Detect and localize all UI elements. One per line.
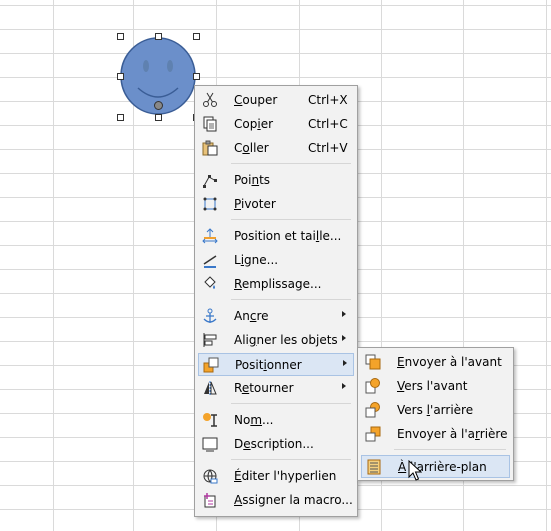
align-icon bbox=[203, 333, 217, 347]
line-icon bbox=[203, 255, 217, 268]
points-icon bbox=[203, 175, 217, 188]
menu-item-label: Couper bbox=[234, 93, 278, 107]
fill-icon bbox=[204, 276, 216, 289]
menu-item-retourner[interactable]: Retourner bbox=[198, 377, 354, 400]
menu-separator bbox=[231, 299, 351, 300]
menu-item-label: Vers l'avant bbox=[397, 379, 468, 393]
menu-item-label: Nom... bbox=[234, 413, 274, 427]
menu-item-hyperlien[interactable]: Éditer l'hyperlien bbox=[198, 465, 354, 488]
resize-handle[interactable] bbox=[117, 73, 124, 80]
context-menu: Couper Ctrl+X Copier Ctrl+C Coller Ctrl+V Poin… bbox=[194, 85, 358, 517]
send-to-back-icon bbox=[365, 426, 381, 442]
menu-item-label: Description... bbox=[234, 437, 314, 451]
menu-item-macro[interactable]: Assigner la macro... bbox=[198, 489, 354, 512]
resize-handle[interactable] bbox=[155, 114, 162, 121]
menu-separator bbox=[231, 219, 351, 220]
menu-item-label: Assigner la macro... bbox=[234, 493, 353, 507]
bring-to-front-icon bbox=[365, 354, 381, 370]
rotate-icon bbox=[203, 197, 217, 211]
menu-item-label: Vers l'arrière bbox=[397, 403, 474, 417]
adjust-handle[interactable] bbox=[154, 101, 163, 110]
menu-item-label: Coller bbox=[234, 141, 269, 155]
menu-item-label: Ancre bbox=[234, 309, 269, 323]
menu-item-aligner[interactable]: Aligner les objets bbox=[198, 329, 354, 352]
resize-handle[interactable] bbox=[117, 114, 124, 121]
bring-forward-icon bbox=[365, 378, 380, 394]
scissors-icon bbox=[203, 92, 217, 107]
menu-item-label: Pivoter bbox=[234, 197, 276, 211]
menu-separator bbox=[231, 403, 351, 404]
resize-handle[interactable] bbox=[193, 33, 200, 40]
submenu-arrow-icon bbox=[342, 311, 346, 317]
resize-handle[interactable] bbox=[193, 73, 200, 80]
submenu-arrow-icon bbox=[343, 360, 347, 366]
menu-item-points[interactable]: Points bbox=[198, 169, 354, 192]
send-backward-icon bbox=[365, 402, 380, 418]
menu-item-ligne[interactable]: Ligne... bbox=[198, 249, 354, 272]
submenu-item-envoyer-arriere[interactable]: Envoyer à l'arrière bbox=[361, 423, 510, 446]
menu-item-label: Envoyer à l'arrière bbox=[397, 427, 508, 441]
name-icon bbox=[203, 413, 217, 427]
positionner-submenu: Envoyer à l'avant Vers l'avant Vers l'arri… bbox=[357, 347, 514, 481]
menu-separator bbox=[231, 459, 351, 460]
menu-item-ancre[interactable]: Ancre bbox=[198, 305, 354, 328]
arrange-icon bbox=[203, 357, 219, 373]
menu-item-nom[interactable]: Nom... bbox=[198, 409, 354, 432]
submenu-item-vers-arriere[interactable]: Vers l'arrière bbox=[361, 399, 510, 422]
menu-item-copier[interactable]: Copier Ctrl+C bbox=[198, 113, 354, 136]
hyperlink-icon bbox=[203, 469, 218, 484]
menu-item-label: Ligne... bbox=[234, 253, 279, 267]
menu-item-label: Envoyer à l'avant bbox=[397, 355, 502, 369]
menu-item-positionner[interactable]: Positionner bbox=[198, 353, 354, 376]
mouse-cursor-icon bbox=[408, 460, 422, 481]
menu-item-label: Retourner bbox=[234, 381, 294, 395]
menu-item-pivoter[interactable]: Pivoter bbox=[198, 193, 354, 216]
menu-item-label: Position et taille... bbox=[234, 229, 342, 243]
menu-separator bbox=[394, 449, 506, 450]
anchor-icon bbox=[203, 308, 217, 323]
shortcut-label: Ctrl+C bbox=[308, 117, 348, 131]
menu-item-couper[interactable]: Couper Ctrl+X bbox=[198, 89, 354, 112]
shortcut-label: Ctrl+V bbox=[308, 141, 348, 155]
menu-item-label: Positionner bbox=[235, 358, 302, 372]
submenu-item-arriere-plan[interactable]: À l'arrière-plan bbox=[361, 455, 510, 478]
menu-item-label: Points bbox=[234, 173, 271, 187]
paste-icon bbox=[202, 140, 218, 156]
macro-icon bbox=[204, 493, 216, 508]
menu-item-label: Copier bbox=[234, 117, 274, 131]
menu-item-remplissage[interactable]: Remplissage... bbox=[198, 273, 354, 296]
menu-item-label: Aligner les objets bbox=[234, 333, 338, 347]
submenu-item-vers-avant[interactable]: Vers l'avant bbox=[361, 375, 510, 398]
menu-item-label: Éditer l'hyperlien bbox=[234, 469, 337, 483]
resize-handle[interactable] bbox=[117, 33, 124, 40]
flip-icon bbox=[204, 381, 217, 395]
menu-item-coller[interactable]: Coller Ctrl+V bbox=[198, 137, 354, 160]
submenu-item-envoyer-avant[interactable]: Envoyer à l'avant bbox=[361, 351, 510, 374]
description-icon bbox=[202, 437, 218, 452]
shortcut-label: Ctrl+X bbox=[308, 93, 348, 107]
position-size-icon bbox=[202, 228, 218, 244]
submenu-arrow-icon bbox=[342, 335, 346, 341]
resize-handle[interactable] bbox=[155, 33, 162, 40]
menu-item-description[interactable]: Description... bbox=[198, 433, 354, 456]
submenu-arrow-icon bbox=[342, 383, 346, 389]
menu-item-position-taille[interactable]: Position et taille... bbox=[198, 225, 354, 248]
copy-icon bbox=[203, 116, 217, 132]
menu-item-label: Remplissage... bbox=[234, 277, 322, 291]
menu-separator bbox=[231, 163, 351, 164]
to-background-icon bbox=[367, 459, 381, 475]
